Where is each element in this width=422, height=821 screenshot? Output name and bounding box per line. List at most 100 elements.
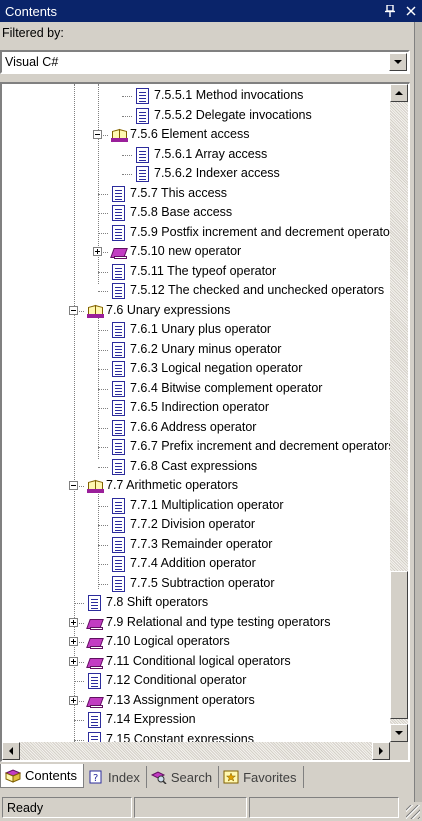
tree-connector-line — [98, 544, 108, 546]
page-icon — [112, 400, 125, 416]
index-icon: ? — [88, 770, 104, 784]
tree-item-label: 7.5.5.1 Method invocations — [154, 88, 304, 102]
page-icon — [112, 322, 125, 338]
page-icon — [112, 536, 125, 553]
tab-strip: Contents ? Index Search Favorites — [0, 764, 410, 788]
scroll-thumb[interactable] — [390, 571, 408, 719]
tree-connector-line — [98, 583, 108, 585]
status-panel-2 — [134, 797, 247, 818]
tab-search[interactable]: Search — [147, 766, 220, 788]
scroll-left-button[interactable] — [2, 742, 20, 760]
tree-item[interactable]: 7.8 Shift operators — [2, 593, 390, 613]
tree-item[interactable]: 7.6.8 Cast expressions — [2, 457, 390, 477]
tree-item-label: 7.6.3 Logical negation operator — [130, 361, 303, 375]
expand-icon[interactable] — [69, 637, 78, 646]
tab-contents[interactable]: Contents — [0, 764, 85, 788]
tree-item[interactable]: 7.5.6.2 Indexer access — [2, 164, 390, 184]
tree-item-label: 7.5.6.2 Indexer access — [154, 166, 280, 180]
tree-item[interactable]: 7.7.1 Multiplication operator — [2, 496, 390, 516]
expand-icon[interactable] — [93, 247, 102, 256]
tree-item[interactable]: 7.7.2 Division operator — [2, 515, 390, 535]
tree-item[interactable]: 7.5.6 Element access — [2, 125, 390, 145]
tree-item[interactable]: 7.5.9 Postfix increment and decrement op… — [2, 223, 390, 243]
collapse-icon[interactable] — [69, 481, 78, 490]
tree-item-label: 7.14 Expression — [106, 712, 196, 726]
tree-item-label: 7.11 Conditional logical operators — [106, 653, 291, 668]
tree-item[interactable]: 7.5.5.2 Delegate invocations — [2, 106, 390, 126]
tree-item-label: 7.9 Relational and type testing operator… — [106, 614, 331, 629]
scroll-right-button[interactable] — [372, 742, 390, 760]
tree-item-label: 7.6.7 Prefix increment and decrement ope… — [130, 439, 390, 453]
tab-index[interactable]: ? Index — [84, 766, 147, 788]
page-icon — [112, 458, 125, 475]
tree-item[interactable]: 7.5.8 Base access — [2, 203, 390, 223]
tree-item[interactable]: 7.5.5.1 Method invocations — [2, 86, 390, 106]
search-icon — [150, 770, 167, 785]
tree-item[interactable]: 7.5.10 new operator — [2, 242, 390, 262]
tree-item[interactable]: 7.14 Expression — [2, 710, 390, 730]
filter-select[interactable]: Visual C# — [0, 50, 410, 74]
page-icon — [112, 361, 125, 377]
tree-item[interactable]: 7.11 Conditional logical operators — [2, 652, 390, 672]
tree-item[interactable]: 7.15 Constant expressions — [2, 730, 390, 742]
collapse-icon[interactable] — [69, 305, 78, 315]
tree-item[interactable]: 7.6.1 Unary plus operator — [2, 320, 390, 340]
close-icon[interactable] — [401, 2, 421, 20]
tree-connector-line — [98, 525, 108, 526]
horizontal-scrollbar[interactable] — [2, 742, 390, 760]
tree-connector-line — [98, 447, 108, 448]
book-open-icon — [86, 303, 106, 319]
status-panel-3 — [249, 797, 399, 818]
chevron-down-icon[interactable] — [389, 53, 407, 71]
scroll-up-button[interactable] — [390, 84, 408, 102]
tree-item[interactable]: 7.7.3 Remainder operator — [2, 535, 390, 555]
contents-tree[interactable]: 7.5.5.1 Method invocations 7.5.5.2 Delega… — [0, 82, 410, 762]
resize-grip[interactable] — [406, 805, 420, 819]
tree-item-label: 7.7 Arithmetic operators — [106, 478, 239, 492]
tree-item-label: 7.5.6.1 Array access — [154, 146, 268, 161]
tree-item[interactable]: 7.12 Conditional operator — [2, 671, 390, 691]
tree-item[interactable]: 7.6.2 Unary minus operator — [2, 340, 390, 360]
tree-item[interactable]: 7.7.5 Subtraction operator — [2, 574, 390, 594]
vertical-scrollbar[interactable] — [390, 84, 408, 742]
tree-item[interactable]: 7.7.4 Addition operator — [2, 554, 390, 574]
tree-item[interactable]: 7.6.4 Bitwise complement operator — [2, 379, 390, 399]
tree-item[interactable]: 7.5.7 This access — [2, 184, 390, 204]
tree-item[interactable]: 7.7 Arithmetic operators — [2, 476, 390, 496]
expand-icon[interactable] — [69, 617, 78, 627]
tree-item[interactable]: 7.5.11 The typeof operator — [2, 262, 390, 282]
tree-item-label: 7.5.8 Base access — [130, 205, 233, 219]
tree-item[interactable]: 7.6 Unary expressions — [2, 301, 390, 321]
tab-favorites-label: Favorites — [243, 769, 297, 785]
tree-connector-line — [122, 115, 132, 117]
expand-icon[interactable] — [69, 656, 78, 666]
status-text: Ready — [2, 797, 132, 818]
tree-item[interactable]: 7.9 Relational and type testing operator… — [2, 613, 390, 633]
tree-item-label: 7.6.1 Unary plus operator — [130, 322, 272, 336]
tree-item-label: 7.6.5 Indirection operator — [130, 400, 269, 414]
tree-item-label: 7.6 Unary expressions — [106, 302, 231, 317]
scroll-down-button[interactable] — [390, 724, 408, 742]
page-icon — [136, 166, 149, 182]
tree-item[interactable]: 7.13 Assignment operators — [2, 691, 390, 711]
tree-connector-line — [98, 271, 108, 273]
svg-text:?: ? — [93, 773, 98, 784]
tree-item[interactable]: 7.5.12 The checked and unchecked operato… — [2, 281, 390, 301]
tree-connector-line — [98, 193, 108, 195]
tree-item[interactable]: 7.6.6 Address operator — [2, 418, 390, 438]
expand-icon[interactable] — [69, 695, 78, 705]
tree-item[interactable]: 7.6.3 Logical negation operator — [2, 359, 390, 379]
collapse-icon[interactable] — [93, 130, 102, 139]
tab-favorites[interactable]: Favorites — [219, 766, 304, 788]
page-icon — [88, 731, 101, 742]
tree-item[interactable]: 7.5.6.1 Array access — [2, 145, 390, 165]
tree-item-label: 7.7.2 Division operator — [130, 517, 256, 531]
tree-item-label: 7.5.6 Element access — [130, 127, 250, 141]
tree-item[interactable]: 7.6.7 Prefix increment and decrement ope… — [2, 437, 390, 457]
tree-items: 7.5.5.1 Method invocations 7.5.5.2 Delega… — [2, 84, 390, 742]
pin-icon[interactable] — [380, 2, 400, 20]
tree-item[interactable]: 7.10 Logical operators — [2, 632, 390, 652]
book-closed-icon — [86, 634, 106, 650]
page-icon — [112, 205, 125, 221]
tree-item[interactable]: 7.6.5 Indirection operator — [2, 398, 390, 418]
